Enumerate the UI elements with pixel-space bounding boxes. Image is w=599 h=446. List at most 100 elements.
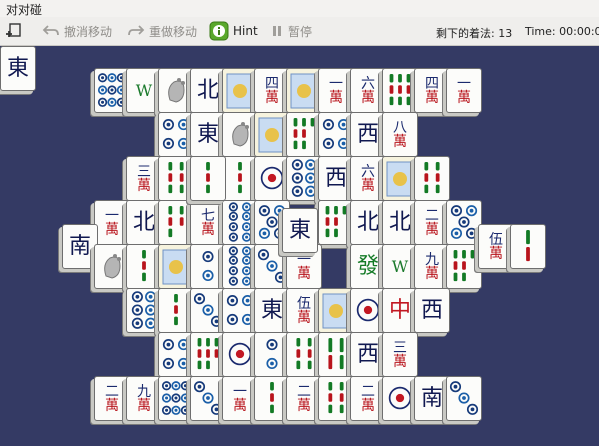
character-tile[interactable]: 三萬 [126,156,162,201]
hint-info-icon [209,21,229,41]
character-tile[interactable]: 一萬 [318,68,354,113]
character-tile[interactable]: 六萬 [350,68,386,113]
bamboo-tile[interactable] [318,332,354,377]
bamboo-tile[interactable] [286,332,322,377]
flower-tile[interactable] [222,68,258,113]
bamboo-tile[interactable] [158,156,194,201]
green-dragon-tile[interactable]: 發 [350,244,386,289]
tile-numeral: 伍 [489,231,503,248]
circle-tile[interactable] [126,288,162,333]
circle-tile[interactable] [382,376,418,421]
tile-wan-glyph: 萬 [425,89,439,106]
bamboo-tile[interactable] [222,156,258,201]
circle-tile[interactable] [190,288,226,333]
circle-tile[interactable] [222,200,258,245]
wind-tile[interactable]: 東 [282,208,318,253]
bamboo-tile[interactable] [286,112,322,157]
character-tile[interactable]: 四萬 [414,68,450,113]
character-tile[interactable]: 一萬 [222,376,258,421]
circle-tile[interactable] [446,376,482,421]
tile-glyph: 南 [420,385,443,411]
wind-tile[interactable]: 東 [0,46,36,91]
bamboo-tile[interactable] [158,200,194,245]
wind-tile[interactable]: 北 [190,68,226,113]
hint-button[interactable]: Hint [209,21,258,41]
circle-tile[interactable] [222,332,258,377]
circle-tile[interactable] [254,332,290,377]
character-tile[interactable]: 六萬 [350,156,386,201]
circle-tile[interactable] [190,244,226,289]
wind-tile[interactable]: 西 [318,156,354,201]
circle-suit-icon [449,381,479,415]
character-tile[interactable]: 伍萬 [478,224,514,269]
wind-tile[interactable]: 西 [414,288,450,333]
character-tile[interactable]: 二萬 [350,376,386,421]
undo-move-button[interactable]: 撤消移动 [42,21,112,41]
bamboo-suit-icon [293,117,315,150]
character-tile[interactable]: 七萬 [190,200,226,245]
character-tile[interactable]: 一萬 [446,68,482,113]
new-game-button[interactable] [5,21,23,41]
tile-wan-glyph: 萬 [393,353,407,370]
circle-tile[interactable] [286,156,322,201]
bamboo-tile[interactable] [254,376,290,421]
circle-tile[interactable] [350,288,386,333]
circle-tile[interactable] [94,68,130,113]
gnome-tile[interactable] [94,244,130,289]
redo-move-button[interactable]: 重做移动 [127,21,197,41]
wind-tile[interactable]: 西 [350,112,386,157]
wind-tile[interactable]: 北 [350,200,386,245]
bamboo-tile[interactable] [190,332,226,377]
flower-tile[interactable] [318,288,354,333]
bamboo-tile[interactable] [158,288,194,333]
character-tile[interactable]: 九萬 [126,376,162,421]
circle-tile[interactable] [254,156,290,201]
circle-tile[interactable] [446,200,482,245]
wind-tile[interactable]: 西 [350,332,386,377]
wind-tile[interactable]: 東 [254,288,290,333]
character-tile[interactable]: 三萬 [382,332,418,377]
bamboo-tile[interactable] [382,68,418,113]
circle-tile[interactable] [190,376,226,421]
circle-tile[interactable] [158,376,194,421]
bamboo-tile[interactable] [126,244,162,289]
bamboo-tile[interactable] [414,156,450,201]
bamboo-suit-icon [168,161,184,194]
circle-suit-icon [226,295,254,326]
season-tile[interactable]: W [126,68,162,113]
character-tile[interactable]: 九萬 [414,244,450,289]
circle-tile[interactable] [318,112,354,157]
wind-tile[interactable]: 北 [126,200,162,245]
character-tile[interactable]: 八萬 [382,112,418,157]
flower-tile[interactable] [158,244,194,289]
bamboo-tile[interactable] [318,200,354,245]
flower-tile[interactable] [286,68,322,113]
wind-tile[interactable]: 東 [190,112,226,157]
circle-tile[interactable] [158,112,194,157]
season-tile[interactable]: W [382,244,418,289]
bamboo-tile[interactable] [318,376,354,421]
gnome-tile[interactable] [158,68,194,113]
character-tile[interactable]: 二萬 [94,376,130,421]
circle-tile[interactable] [222,244,258,289]
flower-icon [226,73,254,108]
circle-tile[interactable] [222,288,258,333]
circle-tile[interactable] [158,332,194,377]
character-tile[interactable]: 伍萬 [286,288,322,333]
bamboo-tile[interactable] [446,244,482,289]
flower-tile[interactable] [254,112,290,157]
wind-tile[interactable]: 南 [62,224,98,269]
pause-button[interactable]: 暂停 [270,21,312,41]
gnome-tile[interactable] [222,112,258,157]
red-dragon-tile[interactable]: 中 [382,288,418,333]
character-tile[interactable]: 一萬 [94,200,130,245]
character-tile[interactable]: 二萬 [286,376,322,421]
character-tile[interactable]: 二萬 [414,200,450,245]
tile-numeral: 二 [105,383,119,400]
bamboo-tile[interactable] [510,224,546,269]
bamboo-tile[interactable] [190,156,226,201]
wind-tile[interactable]: 南 [414,376,450,421]
flower-tile[interactable] [382,156,418,201]
character-tile[interactable]: 四萬 [254,68,290,113]
wind-tile[interactable]: 北 [382,200,418,245]
